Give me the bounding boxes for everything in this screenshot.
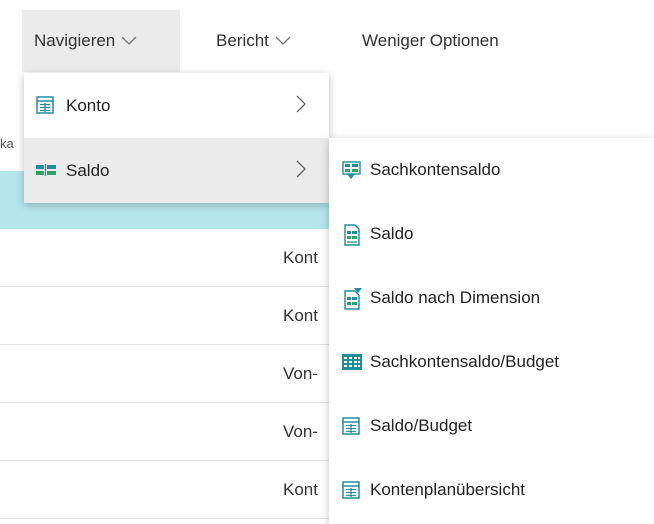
submenu-item-label: Kontenplanübersicht — [370, 480, 526, 499]
menu-item-saldo[interactable]: Saldo — [24, 138, 329, 203]
submenu-item-kontenplanuebersicht[interactable]: Kontenplanübersicht — [329, 458, 654, 522]
navigate-menu-button[interactable]: Navigieren — [22, 10, 180, 72]
menu-item-label: Konto — [66, 95, 111, 115]
submenu-item-label: Sachkontensaldo/Budget — [370, 352, 560, 371]
account-card-icon — [35, 95, 55, 115]
chevron-down-icon — [275, 36, 291, 46]
report-label: Bericht — [216, 31, 269, 50]
action-bar: Navigieren Bericht Weniger Optionen — [0, 0, 654, 74]
balance-dimension-icon — [341, 288, 362, 310]
balance-document-icon — [341, 224, 361, 246]
chevron-down-icon — [121, 36, 137, 46]
balance-icon — [35, 160, 56, 180]
chevron-right-icon — [296, 95, 306, 118]
submenu-item-saldo-nach-dimension[interactable]: Saldo nach Dimension — [329, 266, 654, 330]
saldo-submenu: Sachkontensaldo Saldo Saldo nach Dimensi… — [329, 138, 654, 524]
submenu-item-sachkontensaldo[interactable]: Sachkontensaldo — [329, 138, 654, 202]
report-menu-button[interactable]: Bericht — [204, 10, 334, 72]
submenu-item-label: Sachkontensaldo — [370, 160, 501, 179]
submenu-item-label: Saldo — [370, 224, 414, 243]
menu-item-label: Saldo — [66, 160, 110, 180]
gl-balance-icon — [341, 160, 361, 180]
menu-item-konto[interactable]: Konto — [24, 73, 329, 138]
fewer-options-button[interactable]: Weniger Optionen — [350, 10, 570, 72]
submenu-item-sachkontensaldo-budget[interactable]: Sachkontensaldo/Budget — [329, 330, 654, 394]
row-cell: Kont — [283, 306, 318, 325]
fewer-options-label: Weniger Optionen — [362, 31, 499, 50]
navigate-dropdown-menu: Konto Saldo — [24, 73, 329, 203]
budget-grid-icon — [341, 352, 362, 372]
chevron-right-icon — [296, 160, 306, 183]
submenu-item-saldo[interactable]: Saldo — [329, 202, 654, 266]
row-cell: Von- — [283, 364, 318, 383]
submenu-item-label: Saldo/Budget — [370, 416, 473, 435]
submenu-item-saldo-budget[interactable]: Saldo/Budget — [329, 394, 654, 458]
submenu-item-label: Saldo nach Dimension — [370, 288, 541, 307]
row-cell: Von- — [283, 422, 318, 441]
chart-of-accounts-icon — [341, 480, 361, 500]
row-cell: Kont — [283, 248, 318, 267]
navigate-label: Navigieren — [34, 31, 116, 50]
row-cell: Kont — [283, 480, 318, 499]
balance-budget-card-icon — [341, 416, 361, 436]
column-header-partial: ka — [0, 136, 14, 151]
